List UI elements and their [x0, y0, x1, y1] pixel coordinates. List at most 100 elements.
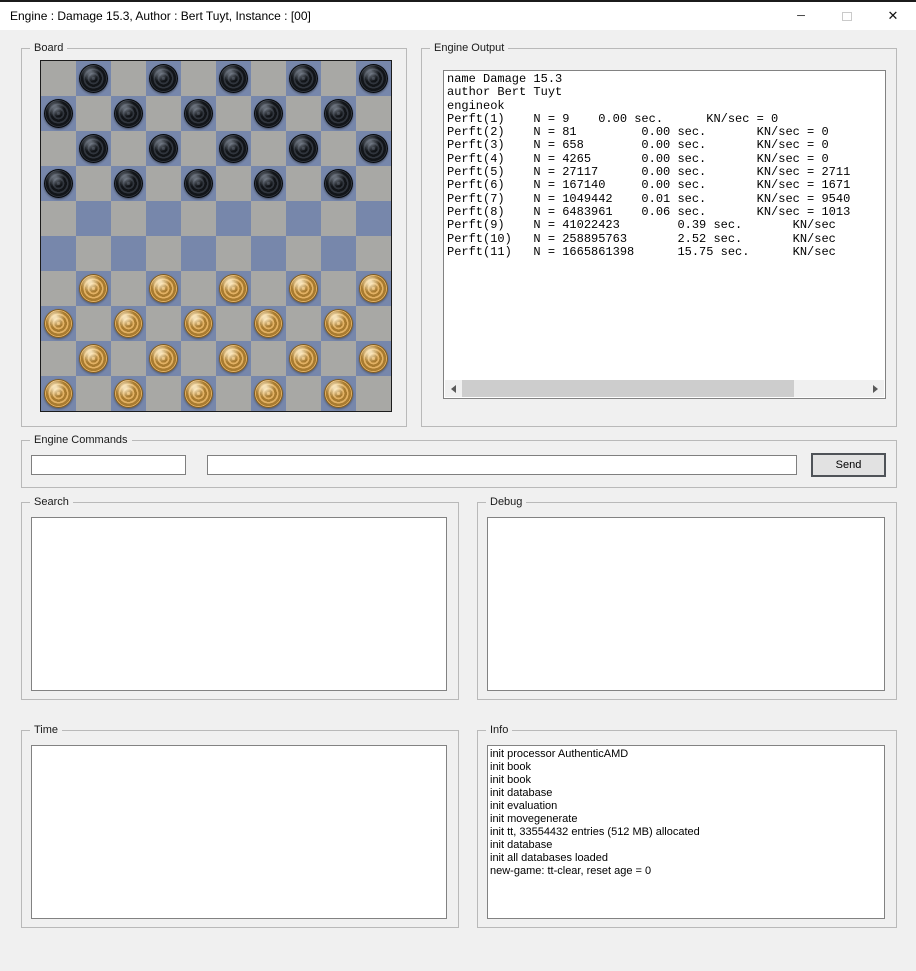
board-square[interactable]	[76, 96, 111, 131]
black-piece[interactable]	[289, 134, 318, 163]
board-square[interactable]	[216, 166, 251, 201]
board-square[interactable]	[76, 61, 111, 96]
engine-output-area[interactable]: name Damage 15.3 author Bert Tuyt engine…	[443, 70, 886, 399]
black-piece[interactable]	[149, 64, 178, 93]
board-square[interactable]	[286, 376, 321, 411]
board-square[interactable]	[286, 96, 321, 131]
black-piece[interactable]	[359, 134, 388, 163]
board-square[interactable]	[76, 236, 111, 271]
board-square[interactable]	[286, 131, 321, 166]
black-piece[interactable]	[44, 169, 73, 198]
board-square[interactable]	[76, 271, 111, 306]
board-square[interactable]	[321, 236, 356, 271]
board-square[interactable]	[251, 131, 286, 166]
board-square[interactable]	[41, 96, 76, 131]
white-piece[interactable]	[254, 379, 283, 408]
board-square[interactable]	[111, 166, 146, 201]
white-piece[interactable]	[219, 274, 248, 303]
black-piece[interactable]	[149, 134, 178, 163]
debug-textarea[interactable]	[487, 517, 885, 691]
scrollbar-thumb[interactable]	[462, 380, 795, 397]
board-square[interactable]	[216, 306, 251, 341]
white-piece[interactable]	[44, 309, 73, 338]
board-square[interactable]	[251, 341, 286, 376]
minimize-button[interactable]: ─	[778, 2, 824, 30]
board-square[interactable]	[216, 271, 251, 306]
board-square[interactable]	[181, 166, 216, 201]
black-piece[interactable]	[79, 134, 108, 163]
board-square[interactable]	[321, 96, 356, 131]
board-square[interactable]	[76, 306, 111, 341]
board-square[interactable]	[286, 341, 321, 376]
white-piece[interactable]	[44, 379, 73, 408]
board-square[interactable]	[146, 236, 181, 271]
board-square[interactable]	[181, 236, 216, 271]
white-piece[interactable]	[359, 344, 388, 373]
board-square[interactable]	[111, 341, 146, 376]
board-square[interactable]	[216, 201, 251, 236]
board-square[interactable]	[251, 376, 286, 411]
board-square[interactable]	[111, 61, 146, 96]
white-piece[interactable]	[289, 344, 318, 373]
board-square[interactable]	[216, 341, 251, 376]
board-square[interactable]	[216, 61, 251, 96]
send-button[interactable]: Send	[811, 453, 886, 477]
scrollbar-right-arrow[interactable]	[867, 380, 884, 397]
board-square[interactable]	[286, 271, 321, 306]
board-square[interactable]	[41, 131, 76, 166]
board-square[interactable]	[181, 341, 216, 376]
white-piece[interactable]	[219, 344, 248, 373]
black-piece[interactable]	[359, 64, 388, 93]
board-square[interactable]	[181, 96, 216, 131]
board-square[interactable]	[251, 166, 286, 201]
board-square[interactable]	[41, 341, 76, 376]
board-square[interactable]	[356, 96, 391, 131]
board-square[interactable]	[356, 131, 391, 166]
close-button[interactable]: ✕	[870, 2, 916, 30]
board-square[interactable]	[181, 306, 216, 341]
board-square[interactable]	[111, 306, 146, 341]
board-square[interactable]	[76, 131, 111, 166]
board-square[interactable]	[216, 376, 251, 411]
board-square[interactable]	[41, 376, 76, 411]
titlebar[interactable]: Engine : Damage 15.3, Author : Bert Tuyt…	[0, 0, 916, 30]
board-square[interactable]	[181, 201, 216, 236]
black-piece[interactable]	[254, 169, 283, 198]
board-square[interactable]	[111, 131, 146, 166]
board-square[interactable]	[111, 376, 146, 411]
board-square[interactable]	[146, 166, 181, 201]
white-piece[interactable]	[254, 309, 283, 338]
command-input-small[interactable]	[31, 455, 186, 475]
scrollbar-track[interactable]	[462, 380, 867, 397]
board-square[interactable]	[321, 376, 356, 411]
maximize-button[interactable]	[824, 2, 870, 30]
board-square[interactable]	[76, 341, 111, 376]
board-square[interactable]	[356, 61, 391, 96]
time-textarea[interactable]	[31, 745, 447, 919]
board-square[interactable]	[356, 306, 391, 341]
board-square[interactable]	[321, 341, 356, 376]
white-piece[interactable]	[184, 379, 213, 408]
board-square[interactable]	[321, 201, 356, 236]
board-square[interactable]	[146, 341, 181, 376]
horizontal-scrollbar[interactable]	[445, 380, 884, 397]
board-square[interactable]	[41, 306, 76, 341]
black-piece[interactable]	[324, 169, 353, 198]
command-input-large[interactable]	[207, 455, 797, 475]
board-square[interactable]	[286, 166, 321, 201]
board-square[interactable]	[181, 61, 216, 96]
board-square[interactable]	[146, 201, 181, 236]
black-piece[interactable]	[184, 169, 213, 198]
board-square[interactable]	[216, 96, 251, 131]
board-square[interactable]	[356, 341, 391, 376]
board-square[interactable]	[41, 166, 76, 201]
board-square[interactable]	[321, 306, 356, 341]
board-square[interactable]	[146, 131, 181, 166]
board-square[interactable]	[356, 201, 391, 236]
white-piece[interactable]	[184, 309, 213, 338]
board-square[interactable]	[321, 131, 356, 166]
white-piece[interactable]	[324, 379, 353, 408]
white-piece[interactable]	[149, 344, 178, 373]
white-piece[interactable]	[114, 379, 143, 408]
board-square[interactable]	[111, 236, 146, 271]
